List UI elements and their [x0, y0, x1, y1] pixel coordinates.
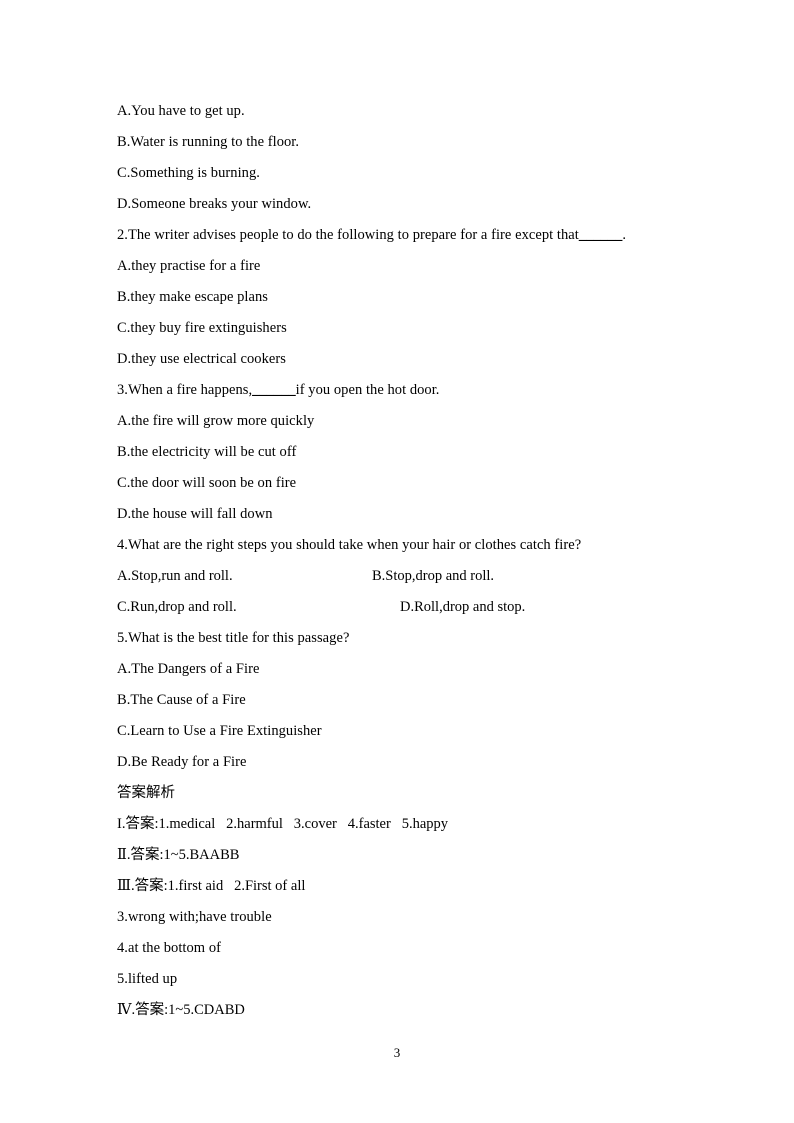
- question-stem: 3.When a fire happens,______if you open …: [117, 375, 677, 406]
- document-body: A.You have to get up. B.Water is running…: [117, 96, 677, 1026]
- option-line: C.Something is burning.: [117, 165, 260, 181]
- answer-key-subentry: 4.at the bottom of: [117, 940, 221, 956]
- question-stem-text: 2.The writer advises people to do the fo…: [117, 227, 579, 243]
- answer-key-label: 答案: [130, 847, 160, 863]
- option-row: A.Stop,run and roll. B.Stop,drop and rol…: [117, 561, 677, 592]
- option-line: A.the fire will grow more quickly: [117, 413, 315, 429]
- question-stem-tail: if you open the hot door.: [295, 382, 440, 398]
- option-line: D.Someone breaks your window.: [117, 196, 312, 212]
- option-line: A.You have to get up.: [117, 103, 245, 119]
- option-row: C.Run,drop and roll. D.Roll,drop and sto…: [117, 592, 677, 623]
- option-line: B.Stop,drop and roll.: [372, 568, 495, 584]
- question-stem: 4.What are the right steps you should ta…: [117, 537, 582, 553]
- answer-key-label: 答案: [134, 878, 164, 894]
- answer-key-value: :1~5.BAABB: [159, 847, 240, 863]
- option-line: D.the house will fall down: [117, 506, 273, 522]
- option-line: D.Be Ready for a Fire: [117, 754, 247, 770]
- option-line: D.they use electrical cookers: [117, 351, 286, 367]
- answer-blank: ______: [252, 382, 296, 398]
- question-stem-tail: .: [622, 227, 627, 243]
- answer-key-entry: Ⅱ.答案:1~5.BAABB: [117, 840, 677, 871]
- document-page: A.You have to get up. B.Water is running…: [0, 0, 794, 1123]
- option-line: B.the electricity will be cut off: [117, 444, 297, 460]
- option-line: B.they make escape plans: [117, 289, 268, 305]
- answer-key-subentry: 5.lifted up: [117, 971, 178, 987]
- option-line: A.The Dangers of a Fire: [117, 661, 260, 677]
- answer-key-entry: Ⅲ.答案:1.first aid 2.First of all: [117, 871, 677, 902]
- option-line: C.they buy fire extinguishers: [117, 320, 287, 336]
- option-line: C.Run,drop and roll.: [117, 599, 237, 615]
- option-line: C.Learn to Use a Fire Extinguisher: [117, 723, 322, 739]
- answer-key-entry: Ⅳ.答案:1~5.CDABD: [117, 995, 677, 1026]
- option-line: B.The Cause of a Fire: [117, 692, 246, 708]
- option-line: B.Water is running to the floor.: [117, 134, 300, 150]
- answer-key-numeral: Ⅱ.: [117, 847, 131, 863]
- answer-key-value: :1.first aid 2.First of all: [163, 878, 306, 894]
- answer-key-heading: 答案解析: [117, 785, 175, 801]
- answer-key-label: 答案: [135, 1002, 165, 1018]
- question-stem: 2.The writer advises people to do the fo…: [117, 220, 677, 251]
- question-stem-text: 3.When a fire happens,: [117, 382, 253, 398]
- option-line: A.Stop,run and roll.: [117, 568, 233, 584]
- answer-key-numeral: Ⅲ.: [117, 878, 135, 894]
- page-number: 3: [393, 1045, 401, 1060]
- answer-key-subentry: 3.wrong with;have trouble: [117, 909, 272, 925]
- option-line: A.they practise for a fire: [117, 258, 261, 274]
- answer-key-value: :1.medical 2.harmful 3.cover 4.faster 5.…: [154, 816, 449, 832]
- question-stem: 5.What is the best title for this passag…: [117, 630, 350, 646]
- answer-key-label: 答案: [125, 816, 155, 832]
- option-line: D.Roll,drop and stop.: [400, 599, 526, 615]
- answer-key-numeral: Ⅳ.: [117, 1002, 136, 1018]
- answer-key-entry: I.答案:1.medical 2.harmful 3.cover 4.faste…: [117, 809, 677, 840]
- answer-key-value: :1~5.CDABD: [164, 1002, 245, 1018]
- option-line: C.the door will soon be on fire: [117, 475, 297, 491]
- answer-blank: ______: [578, 227, 623, 243]
